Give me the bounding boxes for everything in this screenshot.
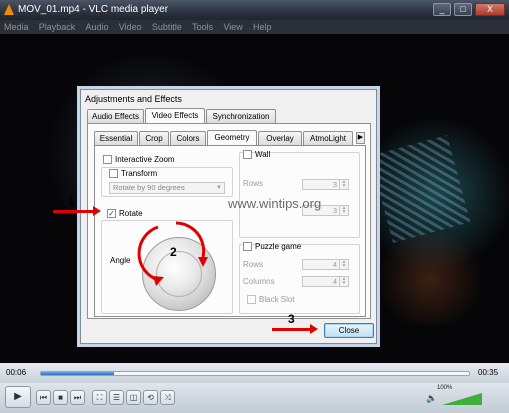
seek-progress	[41, 372, 114, 375]
wall-group	[239, 152, 360, 238]
wall-columns-value: 3	[332, 206, 337, 215]
window-title: MOV_01.mp4 - VLC media player	[18, 4, 169, 15]
transform-label: Transform	[121, 169, 158, 178]
menu-bar: Media Playback Audio Video Subtitle Tool…	[0, 20, 509, 34]
puzzle-columns-label: Columns	[243, 277, 275, 286]
watermark: www.wintips.org	[228, 196, 322, 211]
spinner-arrows-icon[interactable]: ▲ ▼	[339, 277, 348, 286]
tab-audio-effects[interactable]: Audio Effects	[87, 109, 144, 123]
menu-help[interactable]: Help	[253, 20, 272, 34]
fullscreen-icon[interactable]: ⛶	[92, 390, 107, 405]
step-3-label: 3	[288, 312, 295, 326]
tab-atmolight[interactable]: AtmoLight	[303, 131, 353, 145]
tab-overlay[interactable]: Overlay	[258, 131, 302, 145]
title-bar: MOV_01.mp4 - VLC media player _ □ X	[0, 0, 509, 20]
next-icon[interactable]: ⏭	[70, 390, 85, 405]
rotate-checkbox[interactable]: ✓	[107, 209, 116, 218]
seek-slider[interactable]	[40, 371, 470, 376]
step-2-label: 2	[170, 245, 177, 259]
vlc-cone-icon	[4, 4, 14, 15]
menu-playback[interactable]: Playback	[39, 20, 76, 34]
time-total: 00:35	[478, 368, 499, 377]
step-1-arrow	[53, 206, 101, 216]
close-button[interactable]: Close	[324, 323, 374, 338]
tab-video-effects[interactable]: Video Effects	[145, 108, 205, 123]
menu-media[interactable]: Media	[4, 20, 29, 34]
menu-audio[interactable]: Audio	[86, 20, 109, 34]
rotation-arrow-ccw	[137, 225, 159, 282]
step-3-arrow	[272, 324, 318, 334]
seek-bar-area: 00:06 00:35	[0, 363, 509, 383]
extended-settings-icon[interactable]: ◫	[126, 390, 141, 405]
video-frame-glow	[370, 234, 490, 324]
menu-view[interactable]: View	[223, 20, 242, 34]
step-1-label: 1	[68, 194, 75, 208]
puzzle-checkbox[interactable]	[243, 242, 252, 251]
wall-checkbox[interactable]	[243, 150, 252, 159]
interactive-zoom-label: Interactive Zoom	[115, 155, 175, 164]
spinner-arrows-icon[interactable]: ▲ ▼	[339, 180, 348, 189]
spinner-arrows-icon[interactable]: ▲ ▼	[339, 260, 348, 269]
geometry-panel: Interactive Zoom Transform Rotate by 90 …	[94, 145, 366, 317]
tab-colors[interactable]: Colors	[170, 131, 206, 145]
close-window-button[interactable]: X	[475, 3, 505, 16]
menu-subtitle[interactable]: Subtitle	[152, 20, 182, 34]
menu-video[interactable]: Video	[119, 20, 142, 34]
wall-rows-label: Rows	[243, 179, 264, 188]
chevron-down-icon: ▼	[216, 185, 222, 191]
puzzle-rows-spinner[interactable]: 4 ▲ ▼	[302, 259, 349, 270]
video-effects-panel: Essential Crop Colors Geometry Overlay A…	[87, 123, 371, 319]
wall-rows-value: 3	[332, 180, 337, 189]
puzzle-rows-value: 4	[332, 260, 337, 269]
spinner-arrows-icon[interactable]: ▲ ▼	[339, 206, 348, 215]
player-controls: ▶ ⏮ ■ ⏭ ⛶ ☰ ◫ ⟲ ⤨ 🔈 100%	[0, 383, 509, 413]
puzzle-label: Puzzle game	[255, 242, 302, 251]
rotation-arrow-cw	[175, 221, 206, 258]
tab-crop[interactable]: Crop	[139, 131, 169, 145]
stop-icon[interactable]: ■	[53, 390, 68, 405]
interactive-zoom-checkbox[interactable]	[103, 155, 112, 164]
puzzle-columns-value: 4	[332, 277, 337, 286]
video-subtabs: Essential Crop Colors Geometry Overlay A…	[94, 130, 366, 145]
dialog-title: Adjustments and Effects	[85, 94, 182, 104]
shuffle-icon[interactable]: ⤨	[160, 390, 175, 405]
black-slot-checkbox[interactable]	[247, 295, 256, 304]
playlist-icon[interactable]: ☰	[109, 390, 124, 405]
loop-icon[interactable]: ⟲	[143, 390, 158, 405]
transform-select-value: Rotate by 90 degrees	[113, 183, 185, 192]
tab-scroll-right-icon[interactable]: ▶	[356, 132, 365, 144]
transform-select[interactable]: Rotate by 90 degrees ▼	[109, 182, 225, 194]
time-elapsed: 00:06	[6, 368, 27, 377]
tab-essential[interactable]: Essential	[94, 131, 138, 145]
wall-label: Wall	[255, 150, 271, 159]
tab-synchronization[interactable]: Synchronization	[206, 109, 276, 123]
maximize-button[interactable]: □	[454, 3, 472, 16]
menu-tools[interactable]: Tools	[192, 20, 213, 34]
rotation-arrowhead	[153, 276, 164, 286]
angle-label: Angle	[110, 256, 131, 265]
black-slot-label: Black Slot	[259, 295, 295, 304]
volume-level	[442, 393, 482, 405]
speaker-icon[interactable]: 🔈	[426, 393, 437, 404]
transform-checkbox[interactable]	[109, 169, 118, 178]
tab-geometry[interactable]: Geometry	[207, 130, 257, 145]
puzzle-columns-spinner[interactable]: 4 ▲ ▼	[302, 276, 349, 287]
play-icon[interactable]: ▶	[5, 386, 31, 408]
puzzle-rows-label: Rows	[243, 260, 264, 269]
minimize-button[interactable]: _	[433, 3, 451, 16]
wall-rows-spinner[interactable]: 3 ▲ ▼	[302, 179, 349, 190]
rotation-arrowhead	[198, 257, 208, 267]
previous-icon[interactable]: ⏮	[36, 390, 51, 405]
adjustments-dialog: Adjustments and Effects Audio Effects Vi…	[80, 89, 377, 344]
volume-slider[interactable]	[442, 391, 482, 405]
